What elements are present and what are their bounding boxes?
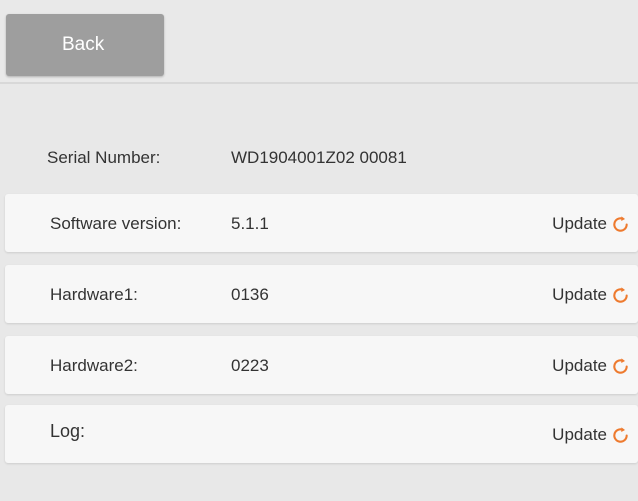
update-label: Update	[552, 356, 607, 375]
header-bar: Back	[0, 0, 638, 84]
log-update-button[interactable]: Update	[552, 424, 630, 446]
hardware1-label: Hardware1:	[50, 285, 138, 304]
software-version-label: Software version:	[50, 214, 182, 233]
serial-number-row: Serial Number: WD1904001Z02 00081	[0, 128, 638, 186]
hardware2-label: Hardware2:	[50, 356, 138, 375]
back-button[interactable]: Back	[6, 14, 164, 76]
update-label: Update	[552, 425, 607, 444]
software-version-row: Software version: 5.1.1 Update	[5, 194, 638, 252]
refresh-icon	[613, 357, 628, 374]
hardware1-value: 0136	[231, 285, 269, 304]
refresh-icon	[613, 426, 628, 443]
refresh-icon	[613, 215, 628, 232]
update-label: Update	[552, 214, 607, 233]
serial-number-label: Serial Number:	[47, 148, 161, 167]
hardware2-value: 0223	[231, 356, 269, 375]
update-label: Update	[552, 285, 607, 304]
software-version-value: 5.1.1	[231, 214, 269, 233]
hardware1-update-button[interactable]: Update	[552, 284, 630, 306]
hardware2-update-button[interactable]: Update	[552, 355, 630, 377]
refresh-icon	[613, 286, 628, 303]
log-label: Log:	[50, 421, 86, 441]
log-row: Log: Update	[5, 405, 638, 463]
hardware2-row: Hardware2: 0223 Update	[5, 336, 638, 394]
software-update-button[interactable]: Update	[552, 213, 630, 235]
hardware1-row: Hardware1: 0136 Update	[5, 265, 638, 323]
serial-number-value: WD1904001Z02 00081	[231, 148, 407, 167]
